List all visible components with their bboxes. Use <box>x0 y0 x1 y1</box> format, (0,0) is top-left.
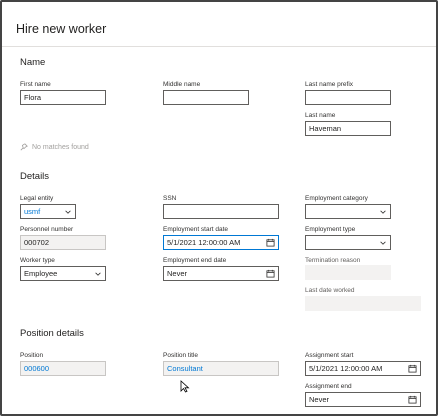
assignment-end-value: Never <box>309 395 330 404</box>
chevron-down-icon[interactable] <box>94 270 102 278</box>
first-name-label: First name <box>20 81 51 88</box>
termination-reason-label: Termination reason <box>305 257 361 264</box>
chevron-down-icon[interactable] <box>379 239 387 247</box>
employment-type-select[interactable] <box>305 235 391 250</box>
mouse-cursor-icon <box>180 380 190 393</box>
chevron-down-icon[interactable] <box>64 208 72 216</box>
employment-category-label: Employment category <box>305 195 368 202</box>
last-name-field[interactable]: Haveman <box>305 121 391 136</box>
last-name-label: Last name <box>305 112 336 119</box>
assignment-start-label: Assignment start <box>305 352 354 359</box>
legal-entity-select[interactable]: usmf <box>20 204 76 219</box>
position-label: Position <box>20 352 44 359</box>
worker-type-value: Employee <box>24 269 58 278</box>
position-section-heading: Position details <box>20 328 84 339</box>
legal-entity-label: Legal entity <box>20 195 54 202</box>
position-title-field[interactable]: Consultant <box>163 361 279 376</box>
last-name-prefix-label: Last name prefix <box>305 81 354 88</box>
calendar-icon[interactable] <box>408 395 417 404</box>
personnel-number-field: 000702 <box>20 235 106 250</box>
position-title-label: Position title <box>163 352 199 359</box>
ssn-field[interactable] <box>163 204 279 219</box>
employment-end-date-value: Never <box>167 269 188 278</box>
employment-start-date-field[interactable]: 5/1/2021 12:00:00 AM <box>163 235 279 250</box>
employment-start-date-label: Employment start date <box>163 226 229 233</box>
name-section-heading: Name <box>20 57 46 68</box>
employment-end-date-label: Employment end date <box>163 257 227 264</box>
termination-reason-field <box>305 265 391 280</box>
worker-type-select[interactable]: Employee <box>20 266 106 281</box>
calendar-icon[interactable] <box>266 238 275 247</box>
worker-type-label: Worker type <box>20 257 55 264</box>
calendar-icon[interactable] <box>266 269 275 278</box>
assignment-end-field[interactable]: Never <box>305 392 421 407</box>
dialog-header: Hire new worker <box>2 2 436 47</box>
last-date-worked-label: Last date worked <box>305 287 355 294</box>
assignment-end-label: Assignment end <box>305 383 352 390</box>
legal-entity-value: usmf <box>24 207 41 216</box>
assignment-start-value: 5/1/2021 12:00:00 AM <box>309 364 383 373</box>
first-name-field[interactable]: Flora <box>20 90 106 105</box>
assignment-start-field[interactable]: 5/1/2021 12:00:00 AM <box>305 361 421 376</box>
last-name-prefix-field[interactable] <box>305 90 391 105</box>
chevron-down-icon[interactable] <box>379 208 387 216</box>
last-date-worked-field <box>305 296 421 311</box>
details-section-heading: Details <box>20 171 50 182</box>
employment-start-date-value: 5/1/2021 12:00:00 AM <box>167 238 241 247</box>
middle-name-label: Middle name <box>163 81 201 88</box>
no-matches-text: No matches found <box>32 143 89 151</box>
dialog-title: Hire new worker <box>16 22 107 36</box>
calendar-icon[interactable] <box>408 364 417 373</box>
ssn-label: SSN <box>163 195 177 202</box>
personnel-number-label: Personnel number <box>20 226 74 233</box>
position-field[interactable]: 000600 <box>20 361 106 376</box>
employment-end-date-field[interactable]: Never <box>163 266 279 281</box>
pin-icon <box>20 143 28 151</box>
middle-name-field[interactable] <box>163 90 249 105</box>
employment-type-label: Employment type <box>305 226 356 233</box>
no-matches-message: No matches found <box>20 143 89 151</box>
employment-category-select[interactable] <box>305 204 391 219</box>
